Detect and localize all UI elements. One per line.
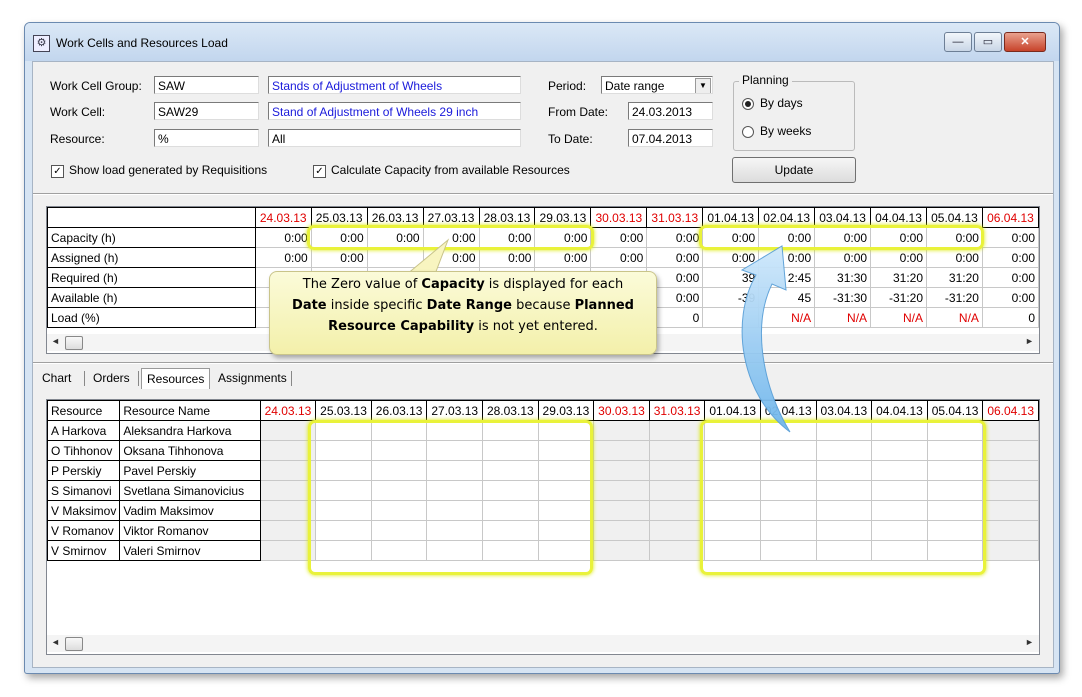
callout-bold-planned: Planned xyxy=(574,298,634,313)
callout-text-1: The Zero value of xyxy=(302,277,422,292)
callout-bold-date-range: Date Range xyxy=(426,298,512,313)
callout-bold-resource-capability: Resource Capability xyxy=(328,319,475,334)
callout-text-4: because xyxy=(511,298,575,313)
callout-text-5: is not yet entered. xyxy=(474,319,598,334)
callout-bold-date: Date xyxy=(292,298,327,313)
callout-note: The Zero value of Capacity is displayed … xyxy=(269,271,657,355)
callout-bold-capacity: Capacity xyxy=(421,277,485,292)
callout-text-3: inside specific xyxy=(326,298,427,313)
callout-text-2: is displayed for each xyxy=(484,277,624,292)
blue-arrow xyxy=(740,245,791,433)
